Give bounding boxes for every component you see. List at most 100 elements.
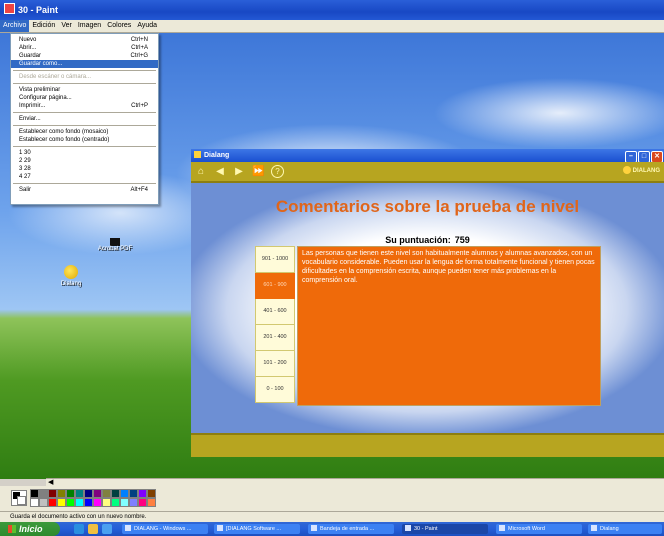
color-swatch[interactable] xyxy=(102,489,111,498)
menu-item-abrir[interactable]: Abrir... Ctrl+A xyxy=(11,44,158,52)
color-swatch[interactable] xyxy=(147,489,156,498)
menu-item-vista-preliminar[interactable]: Vista preliminar xyxy=(11,86,158,94)
help-icon[interactable]: ? xyxy=(271,165,284,178)
color-swatch[interactable] xyxy=(120,489,129,498)
color-swatch[interactable] xyxy=(129,498,138,507)
menu-item-guardar[interactable]: Guardar Ctrl+G xyxy=(11,52,158,60)
menu-item-shortcut: Alt+F4 xyxy=(130,187,148,193)
menu-separator xyxy=(13,70,156,71)
task-label: Bandeja de entrada ... xyxy=(320,526,375,532)
menu-item-shortcut: Ctrl+P xyxy=(131,103,148,109)
menu-archivo[interactable]: Archivo xyxy=(0,20,30,32)
dialang-bottom-bar xyxy=(191,433,664,457)
media-icon[interactable] xyxy=(102,524,112,534)
level-401-600[interactable]: 401 - 600 xyxy=(255,299,295,325)
taskbar-task-dialang-windows[interactable]: DIALANG - Windows ... xyxy=(122,524,208,534)
taskbar-task-word[interactable]: Microsoft Word xyxy=(496,524,582,534)
color-swatch[interactable] xyxy=(30,489,39,498)
color-palette-area xyxy=(0,486,664,511)
color-swatch[interactable] xyxy=(30,498,39,507)
window-icon xyxy=(125,525,131,531)
level-901-1000[interactable]: 901 - 1000 xyxy=(255,246,295,273)
menu-ver[interactable]: Ver xyxy=(58,20,75,32)
color-swatch[interactable] xyxy=(93,489,102,498)
windows-taskbar: Inicio DIALANG - Windows ... [DIALANG So… xyxy=(0,522,664,536)
menu-item-label: Guardar como... xyxy=(19,61,63,67)
level-101-200[interactable]: 101 - 200 xyxy=(255,351,295,377)
menu-item-recent-3[interactable]: 3 28 xyxy=(11,165,158,173)
color-swatch[interactable] xyxy=(66,498,75,507)
score-label: Su puntuación: xyxy=(385,235,451,245)
menu-imagen[interactable]: Imagen xyxy=(75,20,104,32)
level-601-900[interactable]: 601 - 900 xyxy=(255,273,295,299)
color-swatch[interactable] xyxy=(75,489,84,498)
desktop-icon-dialang: Dialang xyxy=(58,265,84,287)
color-swatch[interactable] xyxy=(48,489,57,498)
menu-separator xyxy=(13,146,156,147)
desktop-icon[interactable] xyxy=(88,524,98,534)
color-swatch[interactable] xyxy=(147,498,156,507)
color-swatch[interactable] xyxy=(84,489,93,498)
color-swatch[interactable] xyxy=(93,498,102,507)
menu-item-fondo-centrado[interactable]: Establecer como fondo (centrado) xyxy=(11,136,158,144)
color-swatch[interactable] xyxy=(39,498,48,507)
scroll-left-icon[interactable]: ◀ xyxy=(48,478,53,486)
menu-item-label: Desde escáner o cámara... xyxy=(19,74,92,80)
menu-item-nuevo[interactable]: Nuevo Ctrl+N xyxy=(11,36,158,44)
menu-item-label: Configurar página... xyxy=(19,95,72,101)
menu-ayuda[interactable]: Ayuda xyxy=(134,20,160,32)
menu-edicion[interactable]: Edición xyxy=(29,20,58,32)
taskbar-task-bandeja[interactable]: Bandeja de entrada ... xyxy=(308,524,394,534)
windows-logo-icon xyxy=(8,525,16,533)
color-swatch[interactable] xyxy=(57,489,66,498)
color-swatch[interactable] xyxy=(138,498,147,507)
menu-colores[interactable]: Colores xyxy=(104,20,134,32)
taskbar-task-dialang-software[interactable]: [DIALANG Software ... xyxy=(214,524,300,534)
color-swatch[interactable] xyxy=(111,489,120,498)
level-201-400[interactable]: 201 - 400 xyxy=(255,325,295,351)
paint-app-icon xyxy=(4,3,15,14)
dialang-window: Dialang – □ ✕ ⌂ ◀ ▶ ⏩? DIALANG Comentarios so… xyxy=(191,149,664,457)
level-0-100[interactable]: 0 - 100 xyxy=(255,377,295,403)
current-colors[interactable] xyxy=(11,490,27,506)
menu-item-recent-2[interactable]: 2 29 xyxy=(11,157,158,165)
back-icon[interactable]: ◀ xyxy=(214,166,226,178)
menu-separator xyxy=(13,83,156,84)
taskbar-task-dialang[interactable]: Dialang xyxy=(588,524,662,534)
color-swatch[interactable] xyxy=(111,498,120,507)
menu-item-label: 1 30 xyxy=(19,150,31,156)
taskbar-task-paint[interactable]: 30 - Paint xyxy=(402,524,488,534)
skip-icon[interactable]: ⏩ xyxy=(252,166,264,178)
color-swatch[interactable] xyxy=(84,498,93,507)
color-swatch[interactable] xyxy=(75,498,84,507)
menu-item-recent-1[interactable]: 1 30 xyxy=(11,149,158,157)
forward-icon[interactable]: ▶ xyxy=(233,166,245,178)
menu-item-shortcut: Ctrl+A xyxy=(131,45,148,51)
color-swatch[interactable] xyxy=(129,489,138,498)
color-swatch[interactable] xyxy=(120,498,129,507)
start-button[interactable]: Inicio xyxy=(0,522,60,536)
word-icon xyxy=(499,525,505,531)
menu-item-configurar-pagina[interactable]: Configurar página... xyxy=(11,94,158,102)
score-value: 759 xyxy=(454,235,470,245)
color-swatch[interactable] xyxy=(57,498,66,507)
color-swatch[interactable] xyxy=(39,489,48,498)
color-swatch[interactable] xyxy=(102,498,111,507)
menu-item-fondo-mosaico[interactable]: Establecer como fondo (mosaico) xyxy=(11,128,158,136)
color-swatch[interactable] xyxy=(48,498,57,507)
menu-item-guardar-como[interactable]: Guardar como... xyxy=(11,60,158,68)
menu-item-label: 4 27 xyxy=(19,174,31,180)
color-swatch[interactable] xyxy=(138,489,147,498)
menu-item-escaner[interactable]: Desde escáner o cámara... xyxy=(11,73,158,81)
ie-icon[interactable] xyxy=(74,524,84,534)
color-swatch[interactable] xyxy=(66,489,75,498)
dialang-title-bar[interactable]: Dialang – □ ✕ xyxy=(191,149,664,163)
window-icon xyxy=(217,525,223,531)
paint-icon xyxy=(405,525,411,531)
menu-item-salir[interactable]: Salir Alt+F4 xyxy=(11,186,158,194)
home-icon[interactable]: ⌂ xyxy=(195,166,207,178)
menu-item-enviar[interactable]: Enviar... xyxy=(11,115,158,123)
menu-item-imprimir[interactable]: Imprimir... Ctrl+P xyxy=(11,102,158,110)
menu-item-recent-4[interactable]: 4 27 xyxy=(11,173,158,181)
level-scale: 901 - 1000 601 - 900 401 - 600 201 - 400… xyxy=(255,246,295,403)
